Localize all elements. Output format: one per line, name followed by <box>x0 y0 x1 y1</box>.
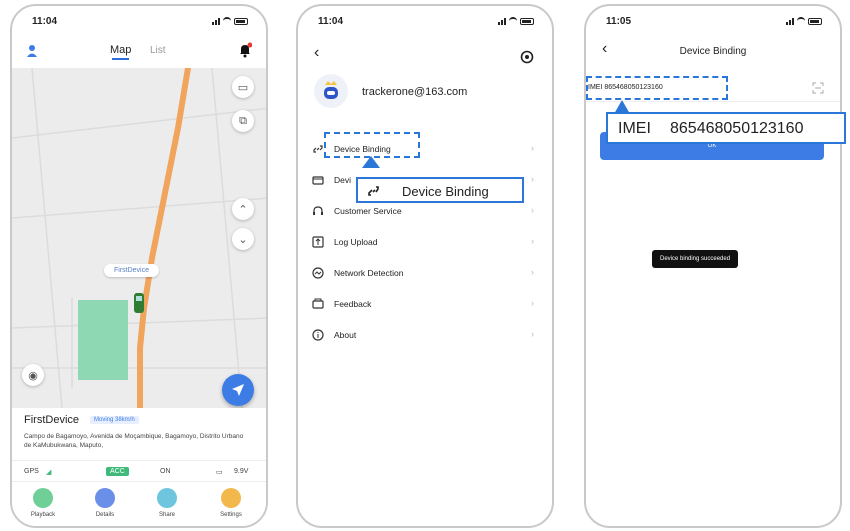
nav-settings[interactable]: Settings <box>206 488 256 518</box>
share-icon <box>157 488 177 508</box>
chevron-up-icon[interactable]: ⌃ <box>232 198 254 220</box>
phone-screen-map: 11:04 Map List ▭ ⧉ ⌃ ⌄ FirstDevice ◉ Fir… <box>10 4 268 528</box>
voltage-value: 9.9V <box>234 468 249 475</box>
menu-item-network-detection[interactable]: Network Detection › <box>298 260 552 291</box>
map-device-label[interactable]: FirstDevice <box>104 264 160 277</box>
navigate-icon <box>232 384 244 396</box>
signal-icon <box>498 17 506 25</box>
status-bar: 11:04 <box>318 16 534 30</box>
account-email: trackerone@163.com <box>362 86 468 98</box>
signal-icon <box>786 17 794 25</box>
link-icon <box>313 145 323 153</box>
chevron-right-icon: › <box>531 174 534 184</box>
gear-icon[interactable] <box>520 50 534 64</box>
settings-menu: Device Binding › Devi › Customer Service… <box>298 136 552 353</box>
tab-map[interactable]: Map <box>110 44 131 60</box>
page-title: Device Binding <box>679 46 747 57</box>
status-bar: 11:04 <box>32 16 248 30</box>
callout-pointer <box>362 156 380 168</box>
nav-playback[interactable]: Playback <box>18 488 68 518</box>
chevron-right-icon: › <box>531 236 534 246</box>
copy-icon[interactable]: ⧉ <box>232 110 254 132</box>
battery-icon <box>808 17 822 25</box>
top-bar: Map List <box>12 34 266 68</box>
network-icon <box>312 267 324 279</box>
menu-item-about[interactable]: About › <box>298 322 552 353</box>
phone-screen-menu: 11:04 ‹ trackerone@163.com Device Bindin… <box>296 4 554 528</box>
wifi-icon <box>509 17 517 25</box>
callout-device-binding: Device Binding <box>356 177 524 203</box>
menu-item-label: About <box>334 330 357 340</box>
tab-list[interactable]: List <box>150 45 166 56</box>
device-stats: GPS ◢ ACC ON ▭ 9.9V <box>12 460 266 482</box>
headset-icon <box>313 206 323 215</box>
menu-item-label: Customer Service <box>334 206 402 216</box>
chevron-down-icon[interactable]: ⌄ <box>232 228 254 250</box>
callout-imei-label: IMEI <box>618 120 651 137</box>
bottom-nav: Playback Details Share Settings <box>12 488 266 526</box>
link-icon <box>368 186 379 196</box>
acc-state: ON <box>160 468 171 475</box>
gps-label: GPS <box>24 468 39 475</box>
chevron-right-icon: › <box>531 298 534 308</box>
nav-details[interactable]: Details <box>80 488 130 518</box>
menu-item-label: Feedback <box>334 299 372 309</box>
playback-icon <box>33 488 53 508</box>
avatar[interactable] <box>314 74 348 108</box>
phone-screen-device-binding: 11:05 ‹ Device Binding IMEI 865468050123… <box>584 4 842 528</box>
status-bar: 11:05 <box>606 16 822 30</box>
callout-label: Device Binding <box>402 184 489 199</box>
map-canvas <box>12 68 266 408</box>
wifi-icon <box>223 17 231 25</box>
feedback-icon <box>312 298 324 309</box>
navigate-button[interactable] <box>222 374 254 406</box>
status-time: 11:04 <box>318 16 344 27</box>
layers-icon[interactable]: ▭ <box>232 76 254 98</box>
nav-share[interactable]: Share <box>142 488 192 518</box>
menu-item-label: Log Upload <box>334 237 378 247</box>
info-icon <box>312 329 324 341</box>
signal-icon <box>212 17 220 25</box>
menu-item-label: Network Detection <box>334 268 404 278</box>
device-address: Campo de Bagamoyo, Avenida de Moçambique… <box>24 433 244 449</box>
chevron-right-icon: › <box>531 267 534 277</box>
details-icon <box>95 488 115 508</box>
callout-imei-value: 865468050123160 <box>670 120 804 137</box>
scan-icon[interactable] <box>812 82 824 94</box>
geofence-zone <box>78 300 128 380</box>
settings-icon <box>221 488 241 508</box>
battery-icon <box>520 17 534 25</box>
map-view[interactable]: ▭ ⧉ ⌃ ⌄ FirstDevice ◉ <box>12 68 266 408</box>
status-time: 11:04 <box>32 16 58 27</box>
highlight-device-binding <box>324 132 420 158</box>
car-icon[interactable] <box>132 292 146 314</box>
menu-item-feedback[interactable]: Feedback › <box>298 291 552 322</box>
location-icon[interactable]: ◉ <box>22 364 44 386</box>
upload-icon <box>312 236 324 248</box>
wifi-icon <box>797 17 805 25</box>
device-sheet: FirstDevice Moving 38km/h Campo de Bagam… <box>12 408 266 526</box>
highlight-imei <box>586 76 728 100</box>
status-time: 11:05 <box>606 16 632 27</box>
device-name: FirstDevice <box>24 414 80 426</box>
acc-badge: ACC <box>106 467 129 476</box>
callout-imei: IMEI 865468050123160 <box>606 112 846 144</box>
chevron-right-icon: › <box>531 143 534 153</box>
gps-signal-icon: ◢ <box>46 469 52 476</box>
user-icon[interactable] <box>26 44 38 58</box>
success-toast: Device binding succeeded <box>652 250 739 268</box>
menu-item-label: Devi <box>334 175 352 185</box>
status-badge: Moving 38km/h <box>90 416 139 424</box>
battery-outline-icon: ▭ <box>216 469 223 476</box>
menu-item-log-upload[interactable]: Log Upload › <box>298 229 552 260</box>
route-line <box>137 68 191 408</box>
battery-icon <box>234 17 248 25</box>
bell-icon[interactable] <box>238 42 252 58</box>
chevron-right-icon: › <box>531 329 534 339</box>
robot-avatar-icon <box>324 81 338 99</box>
back-button[interactable]: ‹ <box>314 44 319 62</box>
chevron-right-icon: › <box>531 205 534 215</box>
device-icon <box>312 176 324 185</box>
